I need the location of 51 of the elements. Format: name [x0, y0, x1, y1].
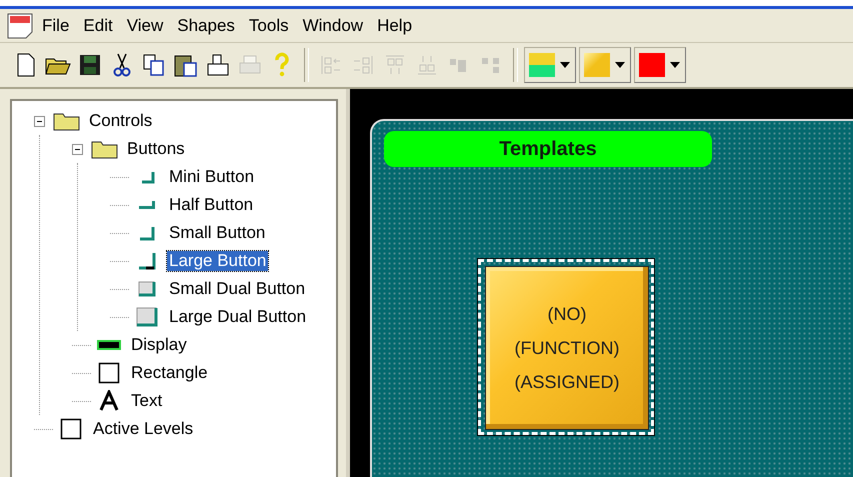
menu-item[interactable]: File — [36, 14, 76, 38]
align-right-icon — [352, 54, 374, 76]
align-left-icon — [320, 54, 342, 76]
rectangle-icon — [98, 362, 120, 384]
menu-item[interactable]: Tools — [242, 14, 295, 38]
expander-toggle[interactable] — [34, 116, 45, 126]
printer-icon — [238, 54, 262, 76]
align-top-icon — [384, 54, 406, 76]
tree-item[interactable]: Rectangle — [129, 363, 210, 383]
function-button[interactable]: (NO) (FUNCTION) (ASSIGNED) — [478, 259, 654, 435]
tree-item[interactable]: Buttons — [125, 139, 187, 159]
caret-icon — [669, 61, 681, 69]
color-picker[interactable] — [579, 47, 631, 83]
tree-item[interactable]: Controls — [87, 111, 154, 131]
menu-item[interactable]: View — [120, 14, 170, 38]
new-document-icon — [16, 53, 36, 77]
tree-item[interactable]: Text — [129, 391, 164, 411]
caret-icon — [559, 61, 571, 69]
button-shape-icon — [139, 201, 155, 209]
menu-item[interactable]: Window — [296, 14, 370, 38]
expander-toggle[interactable] — [72, 144, 83, 154]
clipboard-icon — [174, 53, 198, 77]
menu-item[interactable]: Shapes — [171, 14, 241, 38]
align-bottom-icon — [416, 54, 438, 76]
tree-item[interactable]: Small Button — [167, 223, 268, 243]
tree-item[interactable]: Mini Button — [167, 167, 256, 187]
printer-icon — [206, 53, 230, 77]
tree-item[interactable]: Half Button — [167, 195, 256, 215]
tree-item[interactable]: Active Levels — [91, 419, 196, 439]
copy-icon — [143, 54, 165, 76]
rectangle-icon — [60, 418, 82, 440]
menu-item[interactable]: Edit — [77, 14, 119, 38]
text-tool-icon — [98, 390, 120, 412]
folder-icon — [53, 111, 81, 131]
scissors-icon — [113, 52, 131, 78]
menu-item[interactable]: Help — [371, 14, 418, 38]
tree-item[interactable]: Small Dual Button — [167, 279, 308, 299]
tree-item[interactable]: Large Dual Button — [167, 307, 308, 327]
tree-item[interactable]: Large Button — [167, 251, 268, 271]
dual-button-icon — [136, 279, 158, 299]
panel-title: Templates — [384, 131, 712, 167]
color-picker[interactable] — [634, 47, 686, 83]
folder-icon — [91, 139, 119, 159]
tree-item[interactable]: Display — [129, 335, 189, 355]
question-mark-icon — [274, 52, 290, 78]
button-shape-icon — [136, 251, 158, 271]
caret-icon — [614, 61, 626, 69]
color-picker[interactable] — [524, 47, 576, 83]
display-icon — [96, 338, 122, 352]
dual-button-icon — [135, 306, 159, 328]
app-logo-icon — [6, 12, 34, 40]
